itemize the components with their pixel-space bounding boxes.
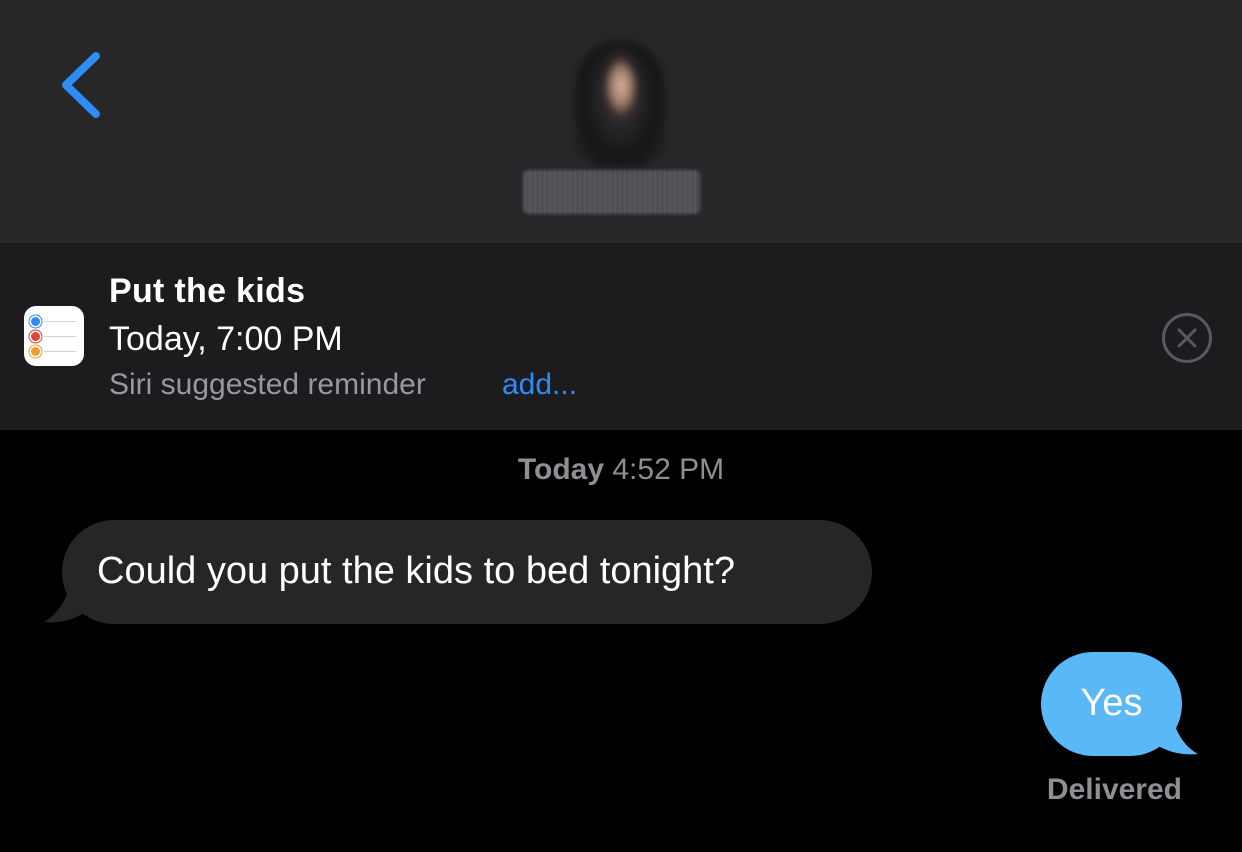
delivery-status: Delivered	[1046, 773, 1182, 806]
contact-avatar-shade	[575, 40, 665, 168]
reminder-title: Put the kids	[109, 272, 306, 310]
timestamp-day: Today	[517, 453, 605, 486]
incoming-message-text: Could you put the kids to bed tonight?	[97, 550, 736, 592]
reminder-subtitle: Siri suggested reminder	[109, 368, 426, 401]
add-reminder-button[interactable]: add...	[502, 368, 577, 402]
dismiss-suggestion-button[interactable]	[1161, 312, 1213, 364]
close-circle-icon	[1162, 313, 1212, 363]
chevron-left-icon	[62, 52, 100, 118]
message-timestamp: Today 4:52 PM	[0, 453, 1242, 487]
outgoing-message-text: Yes	[1080, 682, 1143, 724]
contact-name-blurred[interactable]	[524, 170, 700, 214]
reminders-app-icon	[24, 306, 84, 366]
reminder-time: Today, 7:00 PM	[109, 320, 343, 358]
timestamp-time: 4:52 PM	[612, 453, 725, 486]
back-button[interactable]	[52, 48, 112, 124]
